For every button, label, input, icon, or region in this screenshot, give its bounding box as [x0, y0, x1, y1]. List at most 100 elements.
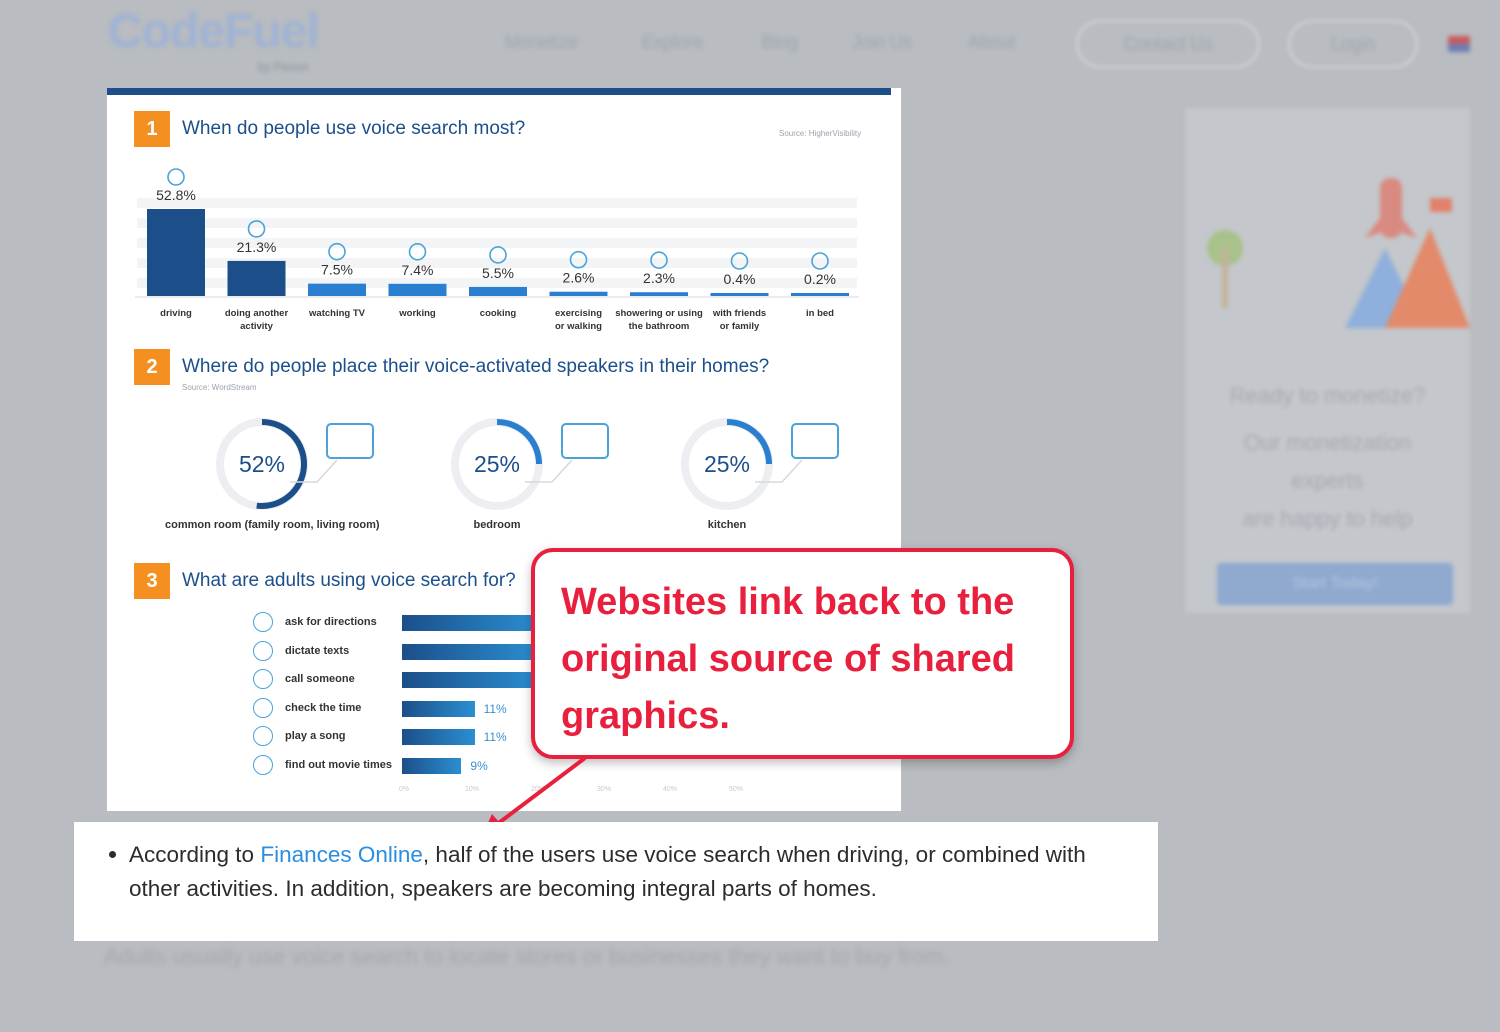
- voice-search-usage-chart: 52.8% driving 21.3% doing another activity 7.…: [135, 168, 859, 332]
- nav-monetize[interactable]: Monetize: [505, 32, 578, 53]
- sidebar-line-2: experts: [1291, 468, 1364, 493]
- purpose-bar: [402, 643, 542, 660]
- nav-blog[interactable]: Blog: [762, 32, 798, 53]
- bar-driving: [147, 209, 205, 296]
- ring-label-kitchen: kitchen: [707, 519, 747, 531]
- movie-clapper-icon: [253, 755, 273, 775]
- bar-showering-or-using-the-bathroom: [630, 292, 688, 296]
- infographic-top-bar: [107, 88, 891, 95]
- section-1-source: Source: HigherVisibility: [779, 129, 862, 138]
- bar-value-label: 2.3%: [643, 270, 675, 286]
- section-3-title: What are adults using voice search for?: [182, 570, 516, 591]
- bar-value-label: 7.4%: [402, 262, 434, 278]
- music-note-icon: [253, 726, 273, 747]
- bar-cooking: [469, 286, 527, 296]
- donut-value-label: 25%: [704, 451, 750, 477]
- axis-tick-label: 0%: [399, 786, 410, 793]
- annotation-callout: Websites link back to the original sourc…: [531, 548, 1074, 759]
- bar-in-bed: [791, 293, 849, 296]
- ring-label-common-room: common room (family room, living room): [165, 519, 380, 531]
- phone-icon: [253, 669, 273, 690]
- text-message-icon: [253, 640, 273, 661]
- bar-value-label: 5.5%: [482, 265, 514, 281]
- bar-category-label: activity: [240, 321, 273, 332]
- section-2-number: 2: [134, 349, 170, 385]
- section-2-source: Source: WordStream: [182, 383, 257, 392]
- finances-online-link[interactable]: Finances Online: [260, 842, 423, 867]
- bar-value-label: 0.4%: [724, 271, 756, 287]
- bar-category-label: doing another: [225, 308, 289, 319]
- bar-category-label: the bathroom: [629, 321, 690, 332]
- bar-value-label: 52.8%: [156, 187, 196, 203]
- contact-us-button[interactable]: Contact Us: [1076, 20, 1260, 68]
- bar-value-label: 7.5%: [321, 262, 353, 278]
- site-header: CodeFuel by Perion Monetize Explore Blog…: [0, 0, 1500, 90]
- bar-with-friends-or-family: [710, 293, 769, 296]
- sidebar-line-1: Our monetization: [1243, 430, 1412, 455]
- site-logo[interactable]: CodeFuel: [108, 4, 320, 59]
- bullet-text-pre: According to: [129, 842, 261, 867]
- section-1-title: When do people use voice search most?: [182, 118, 526, 139]
- rocket-illustration-icon: [1207, 178, 1470, 328]
- bar-category-label: driving: [160, 308, 192, 319]
- axis-tick-label: 40%: [663, 786, 678, 793]
- callout-text: Websites link back to the original sourc…: [561, 581, 1015, 737]
- room-icon: [561, 423, 609, 459]
- nav-join-us[interactable]: Join Us: [852, 32, 912, 53]
- bullet-dot: [109, 851, 116, 858]
- purpose-label: check the time: [285, 701, 362, 714]
- bar-doing-another-activity: [227, 260, 286, 296]
- bar-category-label: cooking: [480, 308, 517, 319]
- section-3-number: 3: [134, 563, 170, 599]
- purpose-label: dictate texts: [285, 644, 350, 657]
- purpose-label: play a song: [285, 730, 346, 743]
- bar-category-label: in bed: [806, 308, 834, 319]
- purpose-bar: [402, 615, 542, 631]
- bar-value-label: 21.3%: [237, 239, 277, 255]
- clock-icon: [253, 697, 273, 718]
- start-today-button[interactable]: Start Today!: [1217, 563, 1453, 605]
- purpose-bar: [402, 700, 475, 717]
- purpose-label: call someone: [285, 673, 355, 686]
- bar-category-label: watching TV: [308, 308, 366, 319]
- sidebar-heading: Ready to monetize?: [1229, 383, 1426, 408]
- bar-value-label: 2.6%: [563, 270, 595, 286]
- bar-exercising-or-walking: [549, 291, 608, 296]
- article-bullet: According to Finances Online, half of th…: [129, 838, 1129, 906]
- sidebar-line-3: are happy to help: [1242, 506, 1413, 531]
- donut-value-label: 52%: [239, 451, 285, 477]
- donut-value-label: 25%: [474, 451, 520, 477]
- purpose-label: ask for directions: [285, 616, 377, 628]
- bar-working: [388, 283, 447, 296]
- ring-label-bedroom: bedroom: [473, 519, 521, 531]
- article-highlight-block: According to Finances Online, half of th…: [74, 822, 1158, 941]
- language-flag-icon[interactable]: [1448, 36, 1470, 52]
- purpose-bar: [402, 729, 475, 746]
- room-icon: [791, 423, 839, 459]
- nav-explore[interactable]: Explore: [642, 32, 703, 53]
- purpose-bar: [402, 672, 542, 689]
- section-2-title: Where do people place their voice-activa…: [182, 356, 770, 377]
- section-1-number: 1: [134, 111, 170, 147]
- bar-category-label: with friends: [712, 308, 766, 319]
- chart-grid-stripe: [137, 218, 857, 228]
- login-button[interactable]: Login: [1288, 20, 1418, 68]
- sidebar-cta-card: Ready to monetize? Our monetization expe…: [1185, 108, 1470, 613]
- bar-category-label: exercising: [555, 308, 602, 319]
- bar-category-label: working: [398, 308, 436, 319]
- chart-grid-stripe: [137, 198, 857, 208]
- axis-tick-label: 50%: [729, 786, 744, 793]
- location-pin-icon: [253, 612, 273, 632]
- bar-category-label: showering or using: [615, 308, 703, 319]
- activity-icon: [167, 168, 185, 186]
- nav-about[interactable]: About: [968, 32, 1015, 53]
- bar-category-label: or walking: [555, 321, 602, 332]
- purpose-value-label: 11%: [483, 701, 507, 716]
- purpose-bar: [402, 758, 462, 774]
- site-logo-subtitle: by Perion: [258, 60, 309, 74]
- purpose-label: find out movie times: [285, 759, 392, 771]
- purpose-value-label: 11%: [483, 730, 507, 745]
- bar-watching-TV: [308, 283, 366, 296]
- bar-category-label: or family: [720, 321, 760, 332]
- room-icon: [326, 423, 374, 459]
